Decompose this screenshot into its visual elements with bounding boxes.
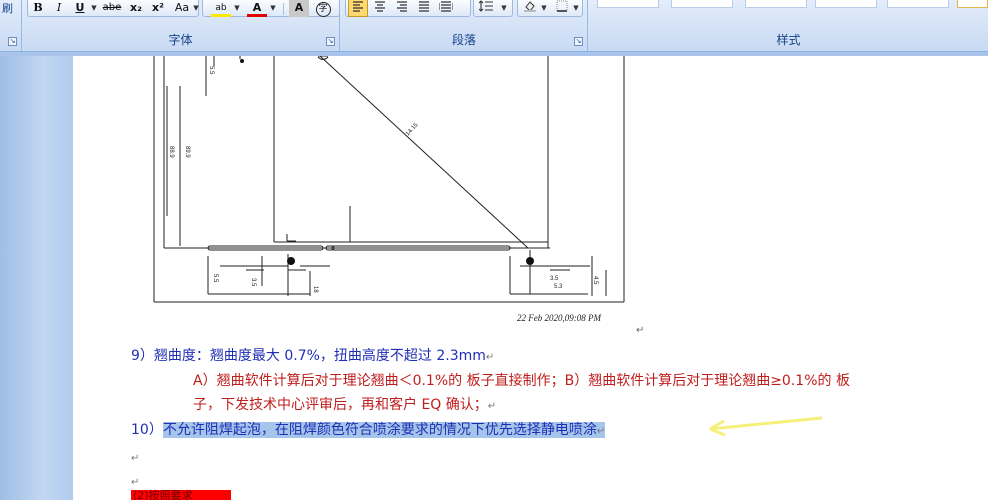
svg-text:4.5: 4.5 — [592, 276, 598, 285]
document-left-margin — [0, 56, 73, 500]
strikethrough-button[interactable]: abe — [100, 0, 124, 17]
line-spacing-icon[interactable] — [476, 0, 496, 17]
underline-dropdown-icon[interactable]: ▼ — [90, 0, 98, 17]
paragraph-group: ▼ ▼ ▼ 段落 ↘ — [341, 0, 588, 51]
paragraph-launcher-icon[interactable]: ↘ — [574, 37, 583, 46]
font-launcher-icon[interactable]: ↘ — [326, 37, 335, 46]
svg-text:88.9: 88.9 — [168, 146, 174, 158]
format-painter-label[interactable]: 刷 — [2, 0, 13, 16]
clipboard-launcher-icon[interactable]: ↘ — [8, 37, 17, 46]
enclose-characters-button[interactable]: 字 — [313, 0, 333, 17]
paragraph-solder-mask[interactable]: 10）不允许阻焊起泡，在阻焊颜色符合喷涂要求的情况下优先选择静电喷涂↵ — [131, 421, 606, 441]
paragraph-mark: ↵ — [487, 401, 497, 412]
shading-icon[interactable] — [520, 0, 540, 17]
superscript-button[interactable]: x² — [148, 0, 168, 17]
style-emphasis[interactable] — [815, 0, 877, 8]
font-color-button[interactable]: A — [247, 0, 267, 17]
yellow-arrow-annotation — [709, 416, 823, 437]
style-subtitle[interactable] — [745, 0, 807, 8]
divider — [283, 3, 284, 15]
paragraph-mark: ↵ — [131, 453, 140, 464]
enclose-characters-icon: 字 — [315, 2, 331, 17]
styles-group-title: 样式 — [776, 33, 801, 47]
clipboard-group: 刷 ↘ — [0, 0, 22, 51]
italic-button[interactable]: I — [49, 0, 69, 17]
borders-icon[interactable] — [552, 0, 572, 17]
warpage-a-text: A）翘曲软件计算后对于理论翘曲＜0.1%的 板子直接制作；B）翘曲软件计算后对于… — [193, 373, 850, 389]
svg-text:89.9: 89.9 — [184, 146, 190, 158]
font-color-toolbar: ab ▼ A ▼ A 字 — [202, 0, 340, 17]
align-center-icon[interactable] — [370, 0, 390, 17]
change-case-dropdown-icon[interactable]: ▼ — [192, 0, 200, 17]
warpage-text: 9）翘曲度：翘曲度最大 0.7%，扭曲高度不超过 2.3mm — [131, 348, 486, 364]
underline-button[interactable]: U — [70, 0, 90, 17]
red-highlight-heading[interactable]: (2)按照要求 — [131, 489, 231, 500]
paragraph-group-title: 段落 — [451, 33, 476, 47]
svg-text:3.5: 3.5 — [250, 278, 256, 287]
bold-button[interactable]: B — [28, 0, 48, 17]
styles-group: 样式 — [589, 0, 988, 51]
style-more[interactable] — [957, 0, 988, 8]
shading-dropdown-icon[interactable]: ▼ — [540, 0, 548, 17]
red-heading-text: (2)按照要求 — [133, 489, 193, 500]
paragraph-warpage-b[interactable]: 子，下发技术中心评审后，再和客户 EQ 确认；↵ — [193, 396, 496, 416]
borders-dropdown-icon[interactable]: ▼ — [572, 0, 580, 17]
character-shading-button[interactable]: A — [289, 0, 309, 17]
shading-borders-toolbar: ▼ ▼ — [517, 0, 583, 17]
highlight-button[interactable]: ab — [211, 0, 231, 17]
style-title[interactable] — [597, 0, 659, 8]
selected-text[interactable]: 不允许阻焊起泡，在阻焊颜色符合喷涂要求的情况下优先选择静电喷涂↵ — [162, 422, 606, 438]
pcb-drawing-image: 5.5 88.9 89.9 14.15 5.5 3.5 18 3.5 5.3 4… — [153, 56, 625, 303]
font-format-toolbar: B I U ▼ abe x₂ x² Aa ▼ — [27, 0, 199, 17]
style-strong[interactable] — [887, 0, 949, 8]
paragraph-warpage[interactable]: 9）翘曲度：翘曲度最大 0.7%，扭曲高度不超过 2.3mm↵ — [131, 347, 494, 367]
justify-icon[interactable] — [414, 0, 434, 17]
svg-text:5.3: 5.3 — [554, 284, 563, 290]
warpage-b-text: 子，下发技术中心评审后，再和客户 EQ 确认； — [193, 397, 488, 413]
svg-text:14.15: 14.15 — [405, 122, 420, 138]
line-spacing-dropdown-icon[interactable]: ▼ — [500, 0, 508, 17]
paragraph-mark: ↵ — [636, 325, 645, 336]
svg-text:18: 18 — [312, 286, 318, 293]
paragraph-mark: ↵ — [485, 352, 495, 363]
font-group-title: 字体 — [168, 33, 193, 47]
ribbon: 刷 ↘ B I U ▼ abe x₂ x² Aa ▼ ab ▼ A ▼ A 字 … — [0, 0, 988, 52]
distributed-align-icon[interactable] — [436, 0, 456, 17]
paragraph-warpage-a[interactable]: A）翘曲软件计算后对于理论翘曲＜0.1%的 板子直接制作；B）翘曲软件计算后对于… — [193, 372, 850, 390]
svg-text:3.5: 3.5 — [550, 276, 559, 282]
solder-mask-number: 10） — [131, 422, 163, 438]
subscript-button[interactable]: x₂ — [126, 0, 146, 17]
line-spacing-toolbar: ▼ — [473, 0, 513, 17]
highlight-dropdown-icon[interactable]: ▼ — [233, 0, 241, 17]
font-color-dropdown-icon[interactable]: ▼ — [269, 0, 277, 17]
svg-text:5.5: 5.5 — [212, 274, 218, 283]
drawing-timestamp: 22 Feb 2020,09:08 PM — [517, 313, 601, 323]
align-right-icon[interactable] — [392, 0, 412, 17]
alignment-toolbar — [345, 0, 471, 17]
paragraph-mark: ↵ — [596, 426, 606, 437]
align-left-icon[interactable] — [348, 0, 368, 17]
svg-text:5.5: 5.5 — [208, 66, 214, 75]
change-case-button[interactable]: Aa — [172, 0, 192, 17]
empty-paragraph[interactable]: ↵ — [131, 448, 139, 468]
style-heading1[interactable] — [671, 0, 733, 8]
font-group: B I U ▼ abe x₂ x² Aa ▼ ab ▼ A ▼ A 字 字体 ↘ — [22, 0, 340, 51]
